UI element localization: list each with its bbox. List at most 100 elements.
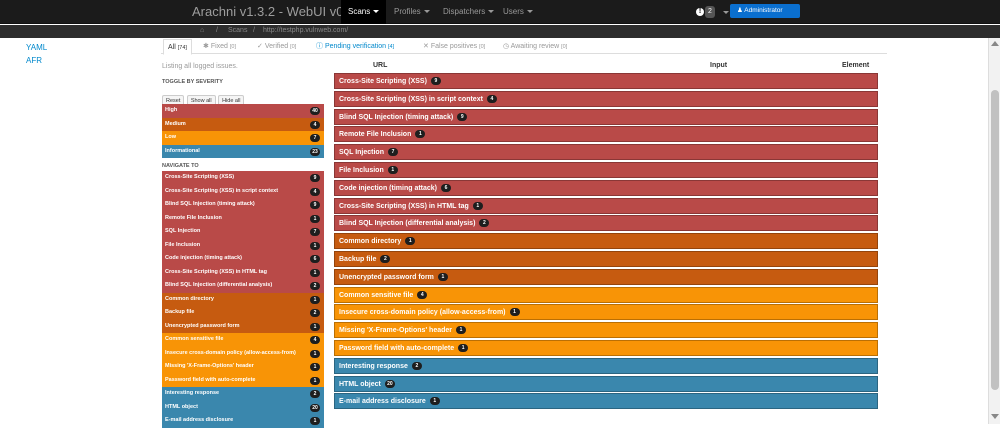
navigate-item[interactable]: Cross-Site Scripting (XSS) in HTML tag 1 [162,265,324,279]
page-scrollbar[interactable] [988,38,1000,424]
severity-toggle-low[interactable]: Low 7 [162,131,324,145]
severity-label: Informational [165,147,200,154]
issue-group-row[interactable]: Insecure cross-domain policy (allow-acce… [334,304,878,321]
navigate-item[interactable]: File Inclusion 1 [162,238,324,252]
navigate-item[interactable]: Password field with auto-complete 1 [162,373,324,387]
issue-group-row[interactable]: Cross-Site Scripting (XSS) in script con… [334,90,878,107]
issue-group-row[interactable]: Interesting response 2 [334,357,878,374]
tab-all-label: All [168,44,176,51]
navigate-item[interactable]: Cross-Site Scripting (XSS) 9 [162,171,324,185]
issue-name: Interesting response [339,362,408,370]
info-circle-icon: ⓘ [316,43,323,50]
count-badge: 20 [310,403,320,412]
menu-profiles[interactable]: Profiles [387,0,437,24]
issues-sidebar: TOGGLE BY SEVERITY Reset Show all Hide a… [162,77,324,428]
chevron-down-icon[interactable] [723,11,729,14]
count-badge: 7 [388,148,398,157]
issue-group-row[interactable]: Common sensitive file 4 [334,286,878,303]
issue-group-row[interactable]: Backup file 2 [334,250,878,267]
issue-group-row[interactable]: Blind SQL Injection (timing attack) 9 [334,108,878,125]
tab-verified[interactable]: ✓ Verified [0] [253,39,300,54]
tab-pending-verification[interactable]: ⓘ Pending verification [4] [312,39,398,54]
issue-group-row[interactable]: SQL Injection 7 [334,144,878,161]
tab-false-positives[interactable]: ✕ False positives [0] [419,39,489,54]
navigate-item[interactable]: E-mail address disclosure 1 [162,414,324,428]
menu-profiles-label: Profiles [394,7,421,16]
navigate-item-label: Unencrypted password form [165,322,240,329]
issue-group-row[interactable]: Unencrypted password form 1 [334,268,878,285]
navigate-item[interactable]: Common sensitive file 4 [162,333,324,347]
navigate-item-label: HTML object [165,403,198,410]
severity-toggle-medium[interactable]: Medium 4 [162,117,324,131]
home-icon[interactable]: ⌂ [200,27,204,34]
navigate-item[interactable]: Unencrypted password form 1 [162,319,324,333]
navigate-item[interactable]: Interesting response 2 [162,387,324,401]
issue-list: Cross-Site Scripting (XSS) 9 Cross-Site Sc… [334,73,878,410]
navigate-item[interactable]: Remote File Inclusion 1 [162,211,324,225]
scroll-down-icon[interactable] [991,414,999,419]
navigate-item-label: Common directory [165,295,214,302]
count-badge: 2 [310,390,320,398]
issue-group-row[interactable]: Cross-Site Scripting (XSS) 9 [334,73,878,89]
breadcrumb-url[interactable]: http://testphp.vulnweb.com/ [263,27,348,34]
breadcrumb-scans[interactable]: Scans [228,27,247,34]
severity-toggle-high[interactable]: High 40 [162,104,324,118]
column-url: URL [373,62,388,69]
issues-main: URL Input Element Cross-Site Scripting (… [334,60,878,411]
tab-all[interactable]: All [74] [163,39,192,55]
export-afr-link[interactable]: AFR [26,54,47,67]
scrollbar-thumb[interactable] [991,90,999,390]
chevron-down-icon [423,10,430,14]
navigate-item-label: Insecure cross-domain policy (allow-acce… [165,349,296,356]
tab-all-count: [74] [177,45,187,51]
navigate-item[interactable]: SQL Injection 7 [162,225,324,239]
tab-awaiting-review[interactable]: ◷ Awaiting review [0] [499,39,571,54]
admin-label: Administrator [744,7,783,14]
issue-group-row[interactable]: File Inclusion 1 [334,161,878,178]
count-badge: 4 [310,187,320,196]
navigate-item-label: File Inclusion [165,241,201,248]
severity-toggle-informational[interactable]: Informational 23 [162,144,324,158]
issue-group-row[interactable]: Missing 'X-Frame-Options' header 1 [334,322,878,339]
admin-user-button[interactable]: ♟ Administrator [730,4,800,18]
count-badge: 20 [384,379,395,388]
menu-scans-label: Scans [348,7,371,16]
navigate-item[interactable]: Code injection (timing attack) 6 [162,252,324,266]
notifications-badge[interactable]: 2 [705,6,715,18]
issue-name: Blind SQL Injection (timing attack) [339,113,454,121]
issue-name: Remote File Inclusion [339,131,412,139]
issue-group-row[interactable]: Remote File Inclusion 1 [334,126,878,143]
issue-group-row[interactable]: Cross-Site Scripting (XSS) in HTML tag 1 [334,197,878,214]
issue-name: Code injection (timing attack) [339,184,438,192]
count-badge: 2 [479,219,490,228]
scroll-up-icon[interactable] [991,41,999,46]
navigate-item[interactable]: Common directory 1 [162,292,324,306]
issue-group-row[interactable]: Password field with auto-complete 1 [334,339,878,356]
info-icon[interactable]: ! [696,8,704,16]
issue-group-row[interactable]: Code injection (timing attack) 6 [334,179,878,196]
menu-dispatchers[interactable]: Dispatchers [436,0,501,24]
count-badge: 6 [441,183,452,192]
issue-name: E-mail address disclosure [339,398,426,406]
chevron-down-icon [526,10,533,14]
issue-group-row[interactable]: Common directory 1 [334,233,878,250]
tab-awaiting-review-count: [0] [561,44,568,50]
navigate-item[interactable]: HTML object 20 [162,400,324,414]
app-brand[interactable]: Arachni v1.3.2 - WebUI v0.5.9 [192,4,365,19]
menu-scans[interactable]: Scans [341,0,387,24]
navigate-item[interactable]: Cross-Site Scripting (XSS) in script con… [162,184,324,198]
count-badge: 7 [310,228,320,236]
navigate-item[interactable]: Blind SQL Injection (timing attack) 9 [162,198,324,212]
issue-group-row[interactable]: E-mail address disclosure 1 [334,393,878,410]
navigate-item[interactable]: Blind SQL Injection (differential analys… [162,279,324,293]
column-input: Input [710,62,728,69]
navigate-item[interactable]: Insecure cross-domain policy (allow-acce… [162,346,324,360]
tab-fixed[interactable]: ✱ Fixed [0] [199,39,240,54]
issue-group-row[interactable]: Blind SQL Injection (differential analys… [334,215,878,232]
issue-group-row[interactable]: HTML object 20 [334,375,878,392]
navigate-item-label: Interesting response [165,390,220,396]
navigate-item[interactable]: Backup file 2 [162,306,324,320]
navigate-item[interactable]: Missing 'X-Frame-Options' header 1 [162,360,324,374]
menu-users[interactable]: Users [496,0,540,24]
export-yaml-link[interactable]: YAML [26,41,47,54]
